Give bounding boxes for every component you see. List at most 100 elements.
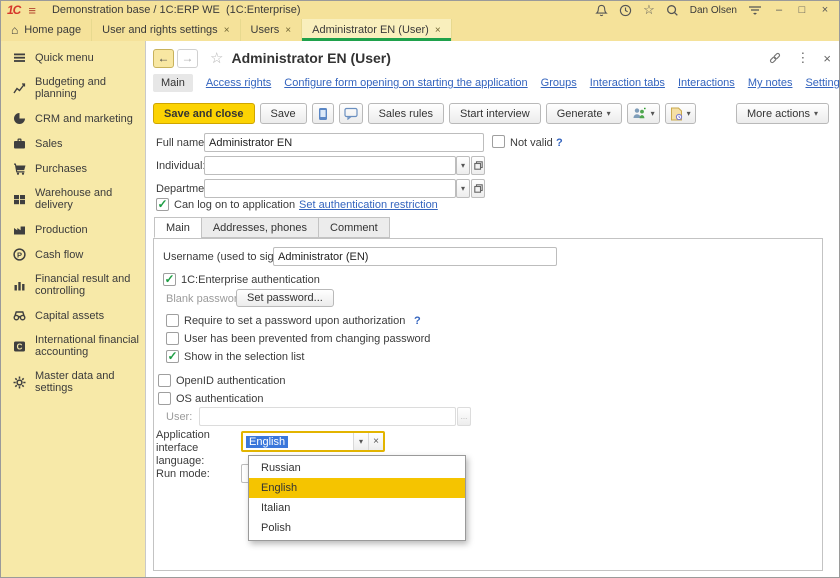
not-valid-checkbox[interactable] [492,135,505,148]
close-tab-icon[interactable]: × [435,25,441,36]
navlink-groups[interactable]: Groups [541,77,577,89]
notifications-icon[interactable] [595,4,608,17]
language-dropdown-list: Russian English Italian Polish [248,455,466,541]
close-tab-icon[interactable]: × [224,25,230,36]
app-language-dropdown-button[interactable]: ▾ [353,433,368,450]
get-link-icon[interactable] [768,51,782,65]
show-in-list-label: Show in the selection list [184,351,304,363]
navlink-configure-form-opening[interactable]: Configure form opening on starting the a… [284,77,527,89]
os-auth-label: OS authentication [176,393,263,405]
detail-tab-addresses[interactable]: Addresses, phones [201,217,319,238]
tab-user-rights-settings[interactable]: User and rights settings × [92,19,240,41]
navlink-interactions[interactable]: Interactions [678,77,735,89]
current-user[interactable]: Dan Olsen [690,5,737,16]
username-input[interactable] [273,247,557,266]
page-title: Administrator EN (User) [231,50,390,66]
quick-menu-icon [12,51,26,64]
navlink-interaction-tabs[interactable]: Interaction tabs [590,77,665,89]
prevent-change-checkbox[interactable] [166,332,179,345]
generate-button[interactable]: Generate▾ [546,103,622,124]
run-mode-label: Run mode: [156,468,210,480]
navlink-settings[interactable]: Settings [805,77,839,89]
sidebar-item-financial-result[interactable]: Financial result and controlling [1,267,145,303]
navlink-my-notes[interactable]: My notes [748,77,793,89]
save-and-close-button[interactable]: Save and close [153,103,255,124]
require-password-checkbox[interactable] [166,314,179,327]
view-settings-icon[interactable] [748,4,762,16]
openid-checkbox[interactable] [158,374,171,387]
close-tab-icon[interactable]: × [285,25,291,36]
sidebar-item-warehouse-and-delivery[interactable]: Warehouse and delivery [1,181,145,217]
detail-tab-main[interactable]: Main [154,217,202,238]
navlink-main[interactable]: Main [153,74,193,92]
sidebar-item-quick-menu[interactable]: Quick menu [1,45,145,70]
tab-home-page[interactable]: ⌂ Home page [1,19,92,41]
sidebar-item-crm-and-marketing[interactable]: CRM and marketing [1,106,145,131]
sidebar-item-master-data[interactable]: Master data and settings [1,364,145,400]
department-input[interactable] [204,179,456,198]
dropdown-option-russian[interactable]: Russian [249,458,465,478]
dropdown-option-italian[interactable]: Italian [249,498,465,518]
detail-tab-comment[interactable]: Comment [318,217,390,238]
form-nav-links: Main Access rights Configure form openin… [153,74,835,92]
production-icon [12,223,26,236]
user-input [199,407,456,426]
start-interview-button[interactable]: Start interview [449,103,541,124]
more-actions-button[interactable]: More actions▾ [736,103,829,124]
can-log-on-checkbox[interactable]: ✓ [156,198,169,211]
sales-rules-button[interactable]: Sales rules [368,103,444,124]
chevron-down-icon: ▾ [651,109,655,118]
department-dropdown-button[interactable]: ▾ [456,179,470,198]
main-menu-icon[interactable]: ≡ [28,4,36,17]
app-language-combo[interactable]: English ▾ × [241,431,385,452]
document-history-button[interactable]: ▾ [665,103,696,124]
tab-administrator-en[interactable]: Administrator EN (User) × [302,19,452,41]
sidebar-item-sales[interactable]: Sales [1,131,145,156]
maximize-button[interactable]: □ [796,4,808,16]
capital-assets-icon [12,309,26,322]
set-password-button[interactable]: Set password... [236,289,334,307]
enterprise-auth-checkbox[interactable]: ✓ [163,273,176,286]
department-open-button[interactable] [471,179,485,198]
sidebar-item-budgeting-and-planning[interactable]: Budgeting and planning [1,70,145,106]
app-language-value: English [246,436,288,448]
history-icon[interactable] [619,4,632,17]
tab-label: User and rights settings [102,24,218,36]
sidebar-item-cash-flow[interactable]: P Cash flow [1,242,145,267]
back-button[interactable]: ← [153,49,174,68]
navlink-access-rights[interactable]: Access rights [206,77,271,89]
show-in-list-checkbox[interactable]: ✓ [166,350,179,363]
blank-password-label: Blank password [166,293,244,305]
not-valid-help-icon[interactable]: ? [556,137,563,149]
tab-users[interactable]: Users × [241,19,303,41]
dropdown-option-polish[interactable]: Polish [249,518,465,538]
minimize-button[interactable]: – [773,4,785,16]
close-window-button[interactable]: × [819,4,831,16]
individual-input[interactable] [204,156,456,175]
favorites-icon[interactable]: ☆ [643,2,655,18]
app-language-clear-button[interactable]: × [368,433,383,450]
dropdown-option-english[interactable]: English [249,478,465,498]
search-icon[interactable] [666,4,679,17]
close-form-icon[interactable]: × [823,51,831,66]
set-auth-restriction-link[interactable]: Set authentication restriction [299,199,438,211]
os-auth-checkbox[interactable] [158,392,171,405]
smartphone-button[interactable] [312,103,334,124]
individual-dropdown-button[interactable]: ▾ [456,156,470,175]
discussion-button[interactable] [339,103,363,124]
more-menu-icon[interactable]: ⋮ [796,50,809,66]
add-user-button[interactable]: ▾ [627,103,660,124]
favorite-star-icon[interactable]: ☆ [210,49,223,67]
sidebar-item-international-accounting[interactable]: C International financial accounting [1,328,145,364]
forward-button[interactable]: → [177,49,198,68]
full-name-input[interactable] [204,133,484,152]
titlebar: 1С ≡ Demonstration base / 1C:ERP WE (1C:… [1,1,839,19]
sidebar-item-capital-assets[interactable]: Capital assets [1,303,145,328]
sidebar-item-production[interactable]: Production [1,217,145,242]
require-password-help-icon[interactable]: ? [414,315,421,327]
sidebar-item-label: CRM and marketing [35,113,133,125]
sidebar-item-purchases[interactable]: Purchases [1,156,145,181]
save-button[interactable]: Save [260,103,307,124]
individual-open-button[interactable] [471,156,485,175]
sidebar-item-label: International financial accounting [35,334,141,358]
